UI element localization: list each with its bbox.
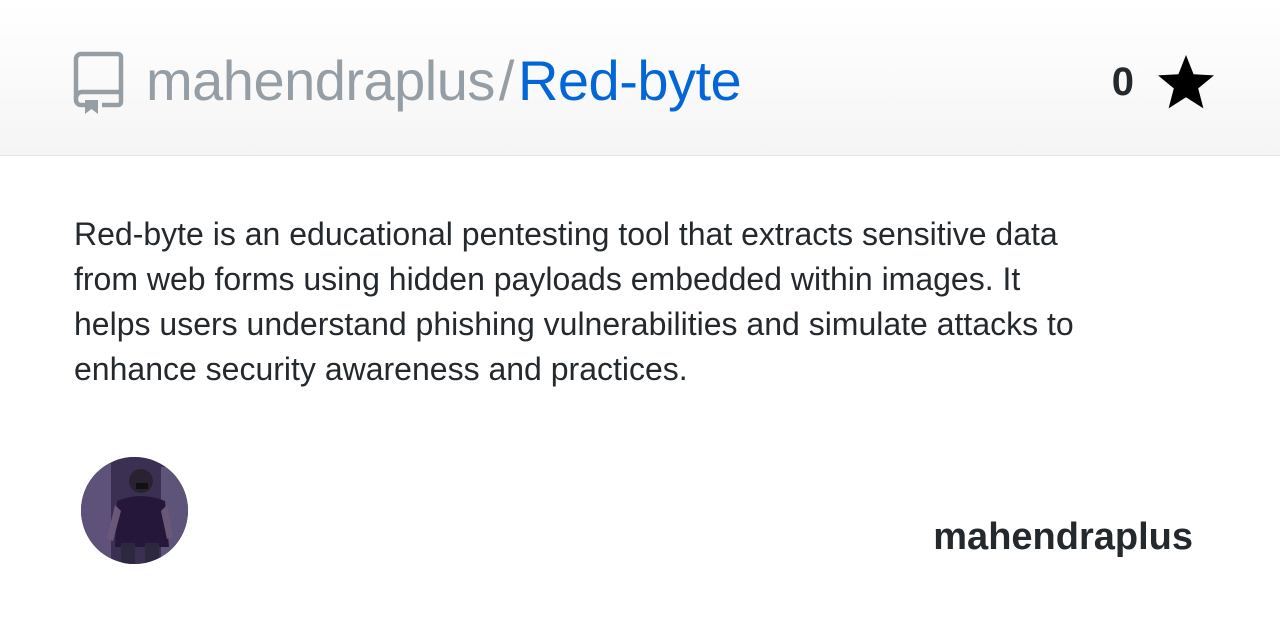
- repo-icon: [72, 50, 124, 116]
- repo-title: mahendraplus/Red-byte: [146, 48, 742, 114]
- avatar: [81, 457, 188, 564]
- repo-name[interactable]: Red-byte: [518, 49, 742, 112]
- repo-owner[interactable]: mahendraplus: [146, 49, 495, 112]
- footer-owner-label[interactable]: mahendraplus: [933, 516, 1193, 559]
- header-bar: mahendraplus/Red-byte 0: [0, 0, 1280, 156]
- title-separator: /: [498, 49, 515, 112]
- star-icon: [1158, 55, 1214, 109]
- social-preview-card: mahendraplus/Red-byte 0 Red-byte is an e…: [0, 0, 1280, 640]
- star-count: 0: [1111, 59, 1134, 104]
- star-counter[interactable]: 0: [1112, 52, 1216, 112]
- repo-description: Red-byte is an educational pentesting to…: [74, 216, 1074, 387]
